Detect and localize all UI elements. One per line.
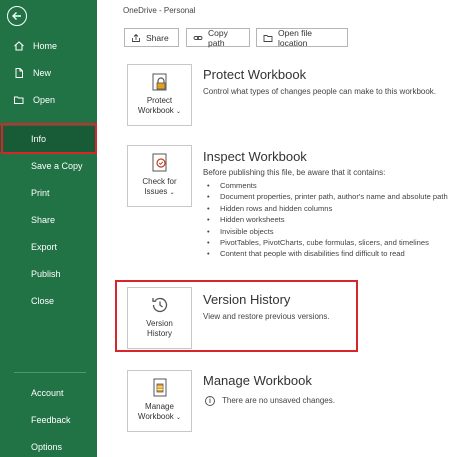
share-button[interactable]: Share — [124, 28, 179, 47]
sidebar-item-new[interactable]: New — [0, 60, 97, 86]
sidebar-item-label: Open — [33, 95, 56, 105]
list-item: Content that people with disabilities fi… — [207, 248, 448, 259]
sidebar-item-feedback[interactable]: Feedback — [0, 407, 97, 433]
open-file-location-button[interactable]: Open file location — [256, 27, 348, 48]
sidebar-item-options[interactable]: Options — [0, 434, 97, 457]
protect-button-line2: Workbook — [137, 106, 174, 115]
list-item: PivotTables, PivotCharts, cube formulas,… — [207, 237, 448, 248]
sidebar-item-account[interactable]: Account — [0, 380, 97, 406]
link-icon — [193, 35, 203, 40]
sidebar-item-label: Print — [31, 188, 50, 198]
manage-button-line1: Manage — [145, 402, 174, 411]
list-item: Hidden worksheets — [207, 214, 448, 225]
file-location: OneDrive - Personal — [123, 6, 196, 15]
lock-icon — [149, 71, 171, 93]
sidebar-item-label: Options — [31, 442, 63, 452]
manage-workbook-button[interactable]: Manage Workbook ⌄ — [127, 370, 192, 432]
protect-button-line1: Protect — [146, 96, 173, 105]
check-for-issues-button[interactable]: Check for Issues ⌄ — [127, 145, 192, 207]
back-button[interactable] — [7, 6, 27, 26]
home-icon — [12, 39, 26, 53]
manage-workbook-title: Manage Workbook — [203, 373, 312, 388]
sidebar-item-label: Home — [33, 41, 58, 51]
sidebar-item-print[interactable]: Print — [0, 180, 97, 206]
protect-workbook-title: Protect Workbook — [203, 67, 307, 82]
sidebar-item-publish[interactable]: Publish — [0, 261, 97, 287]
share-button-label: Share — [146, 32, 169, 43]
inspect-document-icon — [149, 152, 171, 174]
list-item: Document properties, printer path, autho… — [207, 191, 448, 202]
new-file-icon — [12, 66, 26, 80]
folder-open-icon — [12, 93, 26, 107]
inspect-workbook-description: Before publishing this file, be aware th… — [203, 168, 386, 177]
copy-path-button[interactable]: Copy path — [186, 27, 250, 48]
chevron-down-icon: ⌄ — [169, 190, 175, 196]
sidebar-item-home[interactable]: Home — [0, 33, 97, 59]
sidebar-item-open[interactable]: Open — [0, 87, 97, 113]
inspect-button-line2: Issues — [144, 187, 168, 196]
copy-path-button-label: Copy path — [208, 27, 228, 48]
share-icon — [132, 33, 140, 42]
chevron-down-icon: ⌄ — [176, 109, 182, 115]
sidebar-item-share[interactable]: Share — [0, 207, 97, 233]
list-item: Hidden rows and hidden columns — [207, 203, 448, 214]
version-history-highlight-box — [115, 280, 358, 352]
manage-workbook-description: There are no unsaved changes. — [222, 396, 335, 405]
info-highlight-box — [1, 123, 97, 154]
list-item: Invisible objects — [207, 226, 448, 237]
inspect-button-line1: Check for — [142, 177, 177, 186]
manage-document-icon — [149, 377, 171, 399]
sidebar-item-save-a-copy[interactable]: Save a Copy — [0, 153, 97, 179]
sidebar-divider — [14, 372, 86, 373]
sidebar-item-close[interactable]: Close — [0, 288, 97, 314]
info-icon: i — [205, 396, 215, 406]
backstage-sidebar: Home New Open Info Save a Copy Print Sha… — [0, 0, 97, 457]
sidebar-item-label: Publish — [31, 269, 61, 279]
open-file-location-button-label: Open file location — [278, 27, 313, 48]
list-item: Comments — [207, 180, 448, 191]
sidebar-item-label: Close — [31, 296, 55, 306]
back-arrow-icon — [12, 12, 21, 20]
inspect-issues-list: Comments Document properties, printer pa… — [207, 180, 448, 260]
inspect-workbook-title: Inspect Workbook — [203, 149, 307, 164]
sidebar-item-export[interactable]: Export — [0, 234, 97, 260]
sidebar-item-label: Export — [31, 242, 58, 252]
protect-workbook-button[interactable]: Protect Workbook ⌄ — [127, 64, 192, 126]
sidebar-item-label: New — [33, 68, 52, 78]
sidebar-item-label: Account — [31, 388, 64, 398]
sidebar-item-label: Feedback — [31, 415, 71, 425]
protect-workbook-description: Control what types of changes people can… — [203, 87, 437, 96]
folder-icon — [263, 34, 273, 42]
manage-button-line2: Workbook — [137, 412, 174, 421]
sidebar-item-label: Share — [31, 215, 56, 225]
sidebar-item-label: Save a Copy — [31, 161, 83, 171]
chevron-down-icon: ⌄ — [176, 415, 182, 421]
